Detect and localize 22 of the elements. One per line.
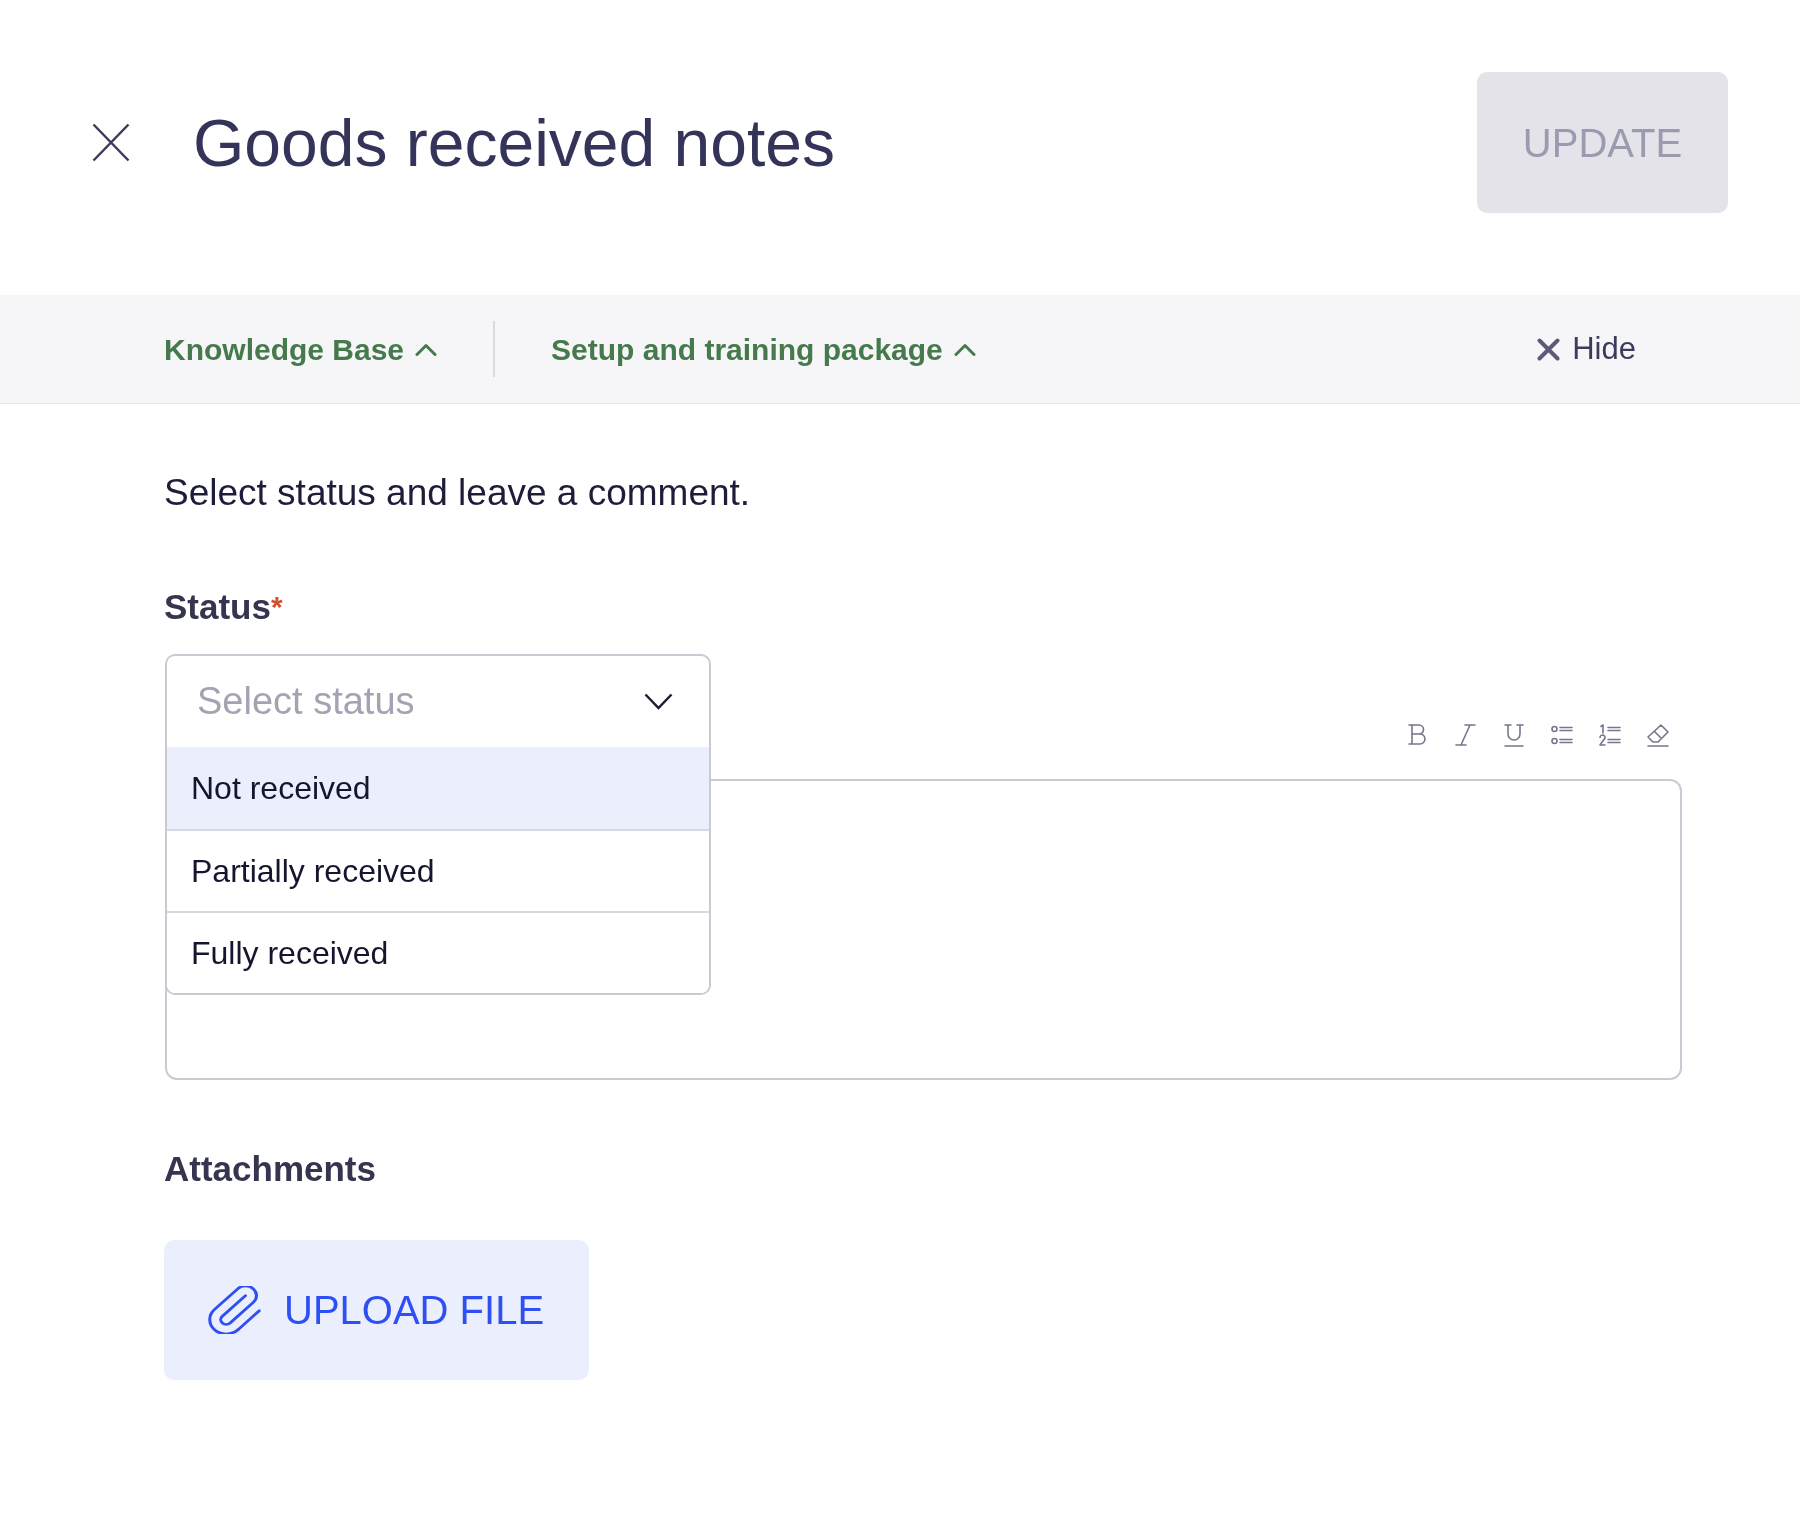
italic-icon[interactable]: [1454, 723, 1478, 747]
page-title: Goods received notes: [193, 109, 836, 176]
numbered-list-icon[interactable]: [1598, 723, 1622, 747]
instructions-text: Select status and leave a comment.: [164, 471, 752, 515]
hide-button[interactable]: Hide: [1537, 325, 1636, 373]
nav-link[interactable]: Setup and training package: [551, 326, 976, 372]
close-icon[interactable]: [92, 123, 130, 162]
bulleted-list-icon[interactable]: [1550, 723, 1574, 747]
caret-up-icon: [415, 342, 438, 356]
status-label: Status: [164, 587, 271, 627]
nav-link[interactable]: Knowledge Base: [164, 326, 438, 372]
status-option[interactable]: Fully received: [167, 911, 709, 993]
upload-file-button[interactable]: UPLOAD FILE: [164, 1240, 589, 1380]
close-icon: [1537, 337, 1561, 361]
underline-icon[interactable]: [1502, 723, 1526, 747]
caret-up-icon: [953, 342, 976, 356]
paperclip-icon: [207, 1286, 262, 1334]
chevron-down-icon: [644, 693, 673, 710]
required-mark: *: [270, 589, 283, 625]
eraser-icon[interactable]: [1646, 723, 1670, 747]
attachments-label: Attachments: [164, 1149, 377, 1189]
status-option[interactable]: Not received: [167, 747, 709, 829]
